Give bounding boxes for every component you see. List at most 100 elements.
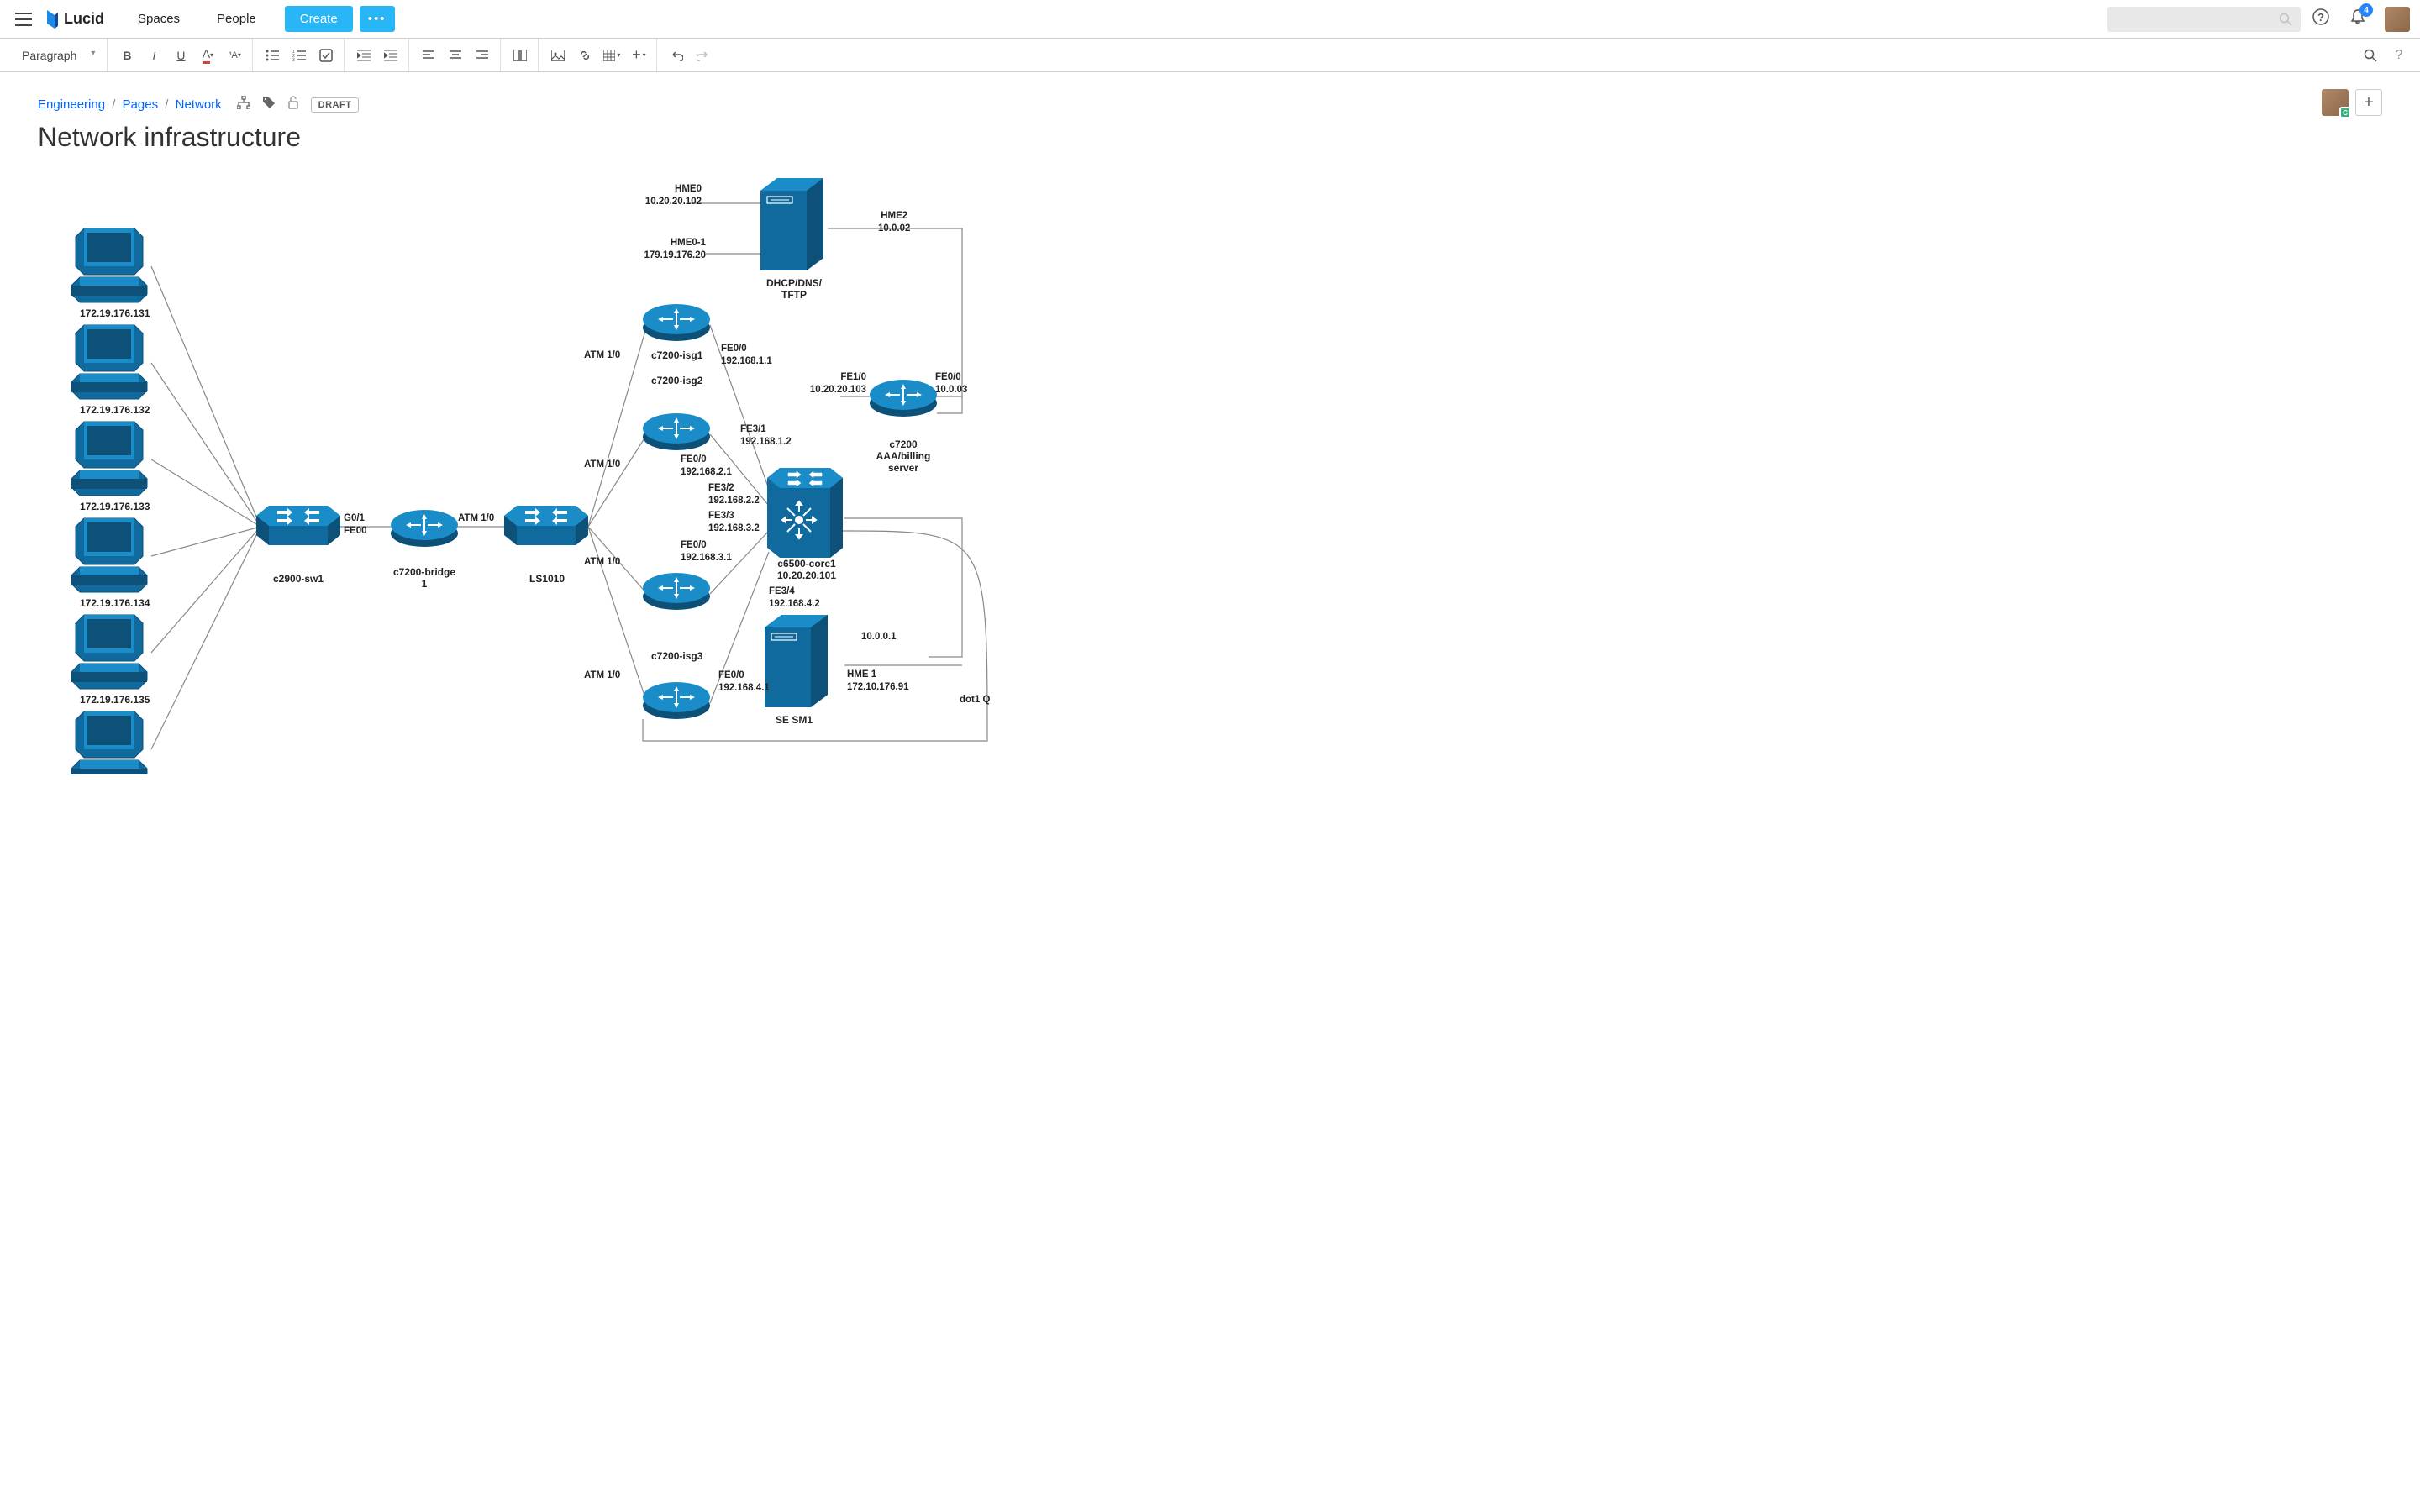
nav-people[interactable]: People bbox=[200, 5, 273, 33]
core-label: c6500-core1 10.20.20.101 bbox=[765, 558, 849, 581]
bridge-label: c7200-bridge 1 bbox=[391, 566, 458, 590]
bullet-list-button[interactable] bbox=[260, 43, 285, 68]
edge-fe10: FE1/0 10.20.20.103 bbox=[791, 371, 866, 396]
toolbar-help-button[interactable]: ? bbox=[2386, 43, 2412, 68]
c7200-bridge-node[interactable] bbox=[391, 510, 458, 547]
aaa-label: c7200 AAA/billing server bbox=[870, 438, 937, 474]
breadcrumbs: Engineering / Pages / Network bbox=[38, 97, 222, 112]
edge-fe00-1: FE0/0 192.168.1.1 bbox=[721, 343, 772, 368]
lock-icon[interactable] bbox=[287, 96, 299, 113]
layout-button[interactable] bbox=[508, 43, 533, 68]
logo[interactable]: Lucid bbox=[45, 10, 104, 29]
sesm-label: SE SM1 bbox=[776, 714, 813, 726]
pc5-ip-label: 172.19.176.135 bbox=[80, 694, 150, 706]
dhcp-label: DHCP/DNS/ TFTP bbox=[760, 277, 828, 301]
edge-10001: 10.0.0.1 bbox=[861, 631, 897, 643]
pc3-ip-label: 172.19.176.133 bbox=[80, 501, 150, 512]
numbered-list-button[interactable]: 123 bbox=[287, 43, 312, 68]
align-left-button[interactable] bbox=[416, 43, 441, 68]
page-content: C + Engineering / Pages / Network DRAFT … bbox=[0, 72, 2420, 798]
outdent-button[interactable] bbox=[351, 43, 376, 68]
edge-atm-bridge: ATM 1/0 bbox=[458, 512, 494, 525]
svg-text:3: 3 bbox=[292, 58, 295, 61]
sesm-server-node[interactable] bbox=[765, 615, 828, 707]
aaa-router-node[interactable] bbox=[870, 380, 937, 417]
table-button[interactable]: ▾ bbox=[599, 43, 624, 68]
c7200-isg2-node[interactable] bbox=[643, 413, 710, 450]
pc-node-6[interactable] bbox=[71, 711, 147, 774]
edge-dot1q: dot1 Q bbox=[960, 694, 990, 706]
edge-fe00-31: FE0/0 192.168.3.1 bbox=[681, 539, 732, 564]
presence-avatar[interactable]: C bbox=[2322, 89, 2349, 116]
edge-hme0: HME0 10.20.20.102 bbox=[634, 183, 702, 208]
search-icon bbox=[2279, 13, 2292, 26]
editor-toolbar: Paragraph B I U A ▾ ³A▾ 123 ▾ +▾ ? bbox=[0, 39, 2420, 72]
text-color-button[interactable]: A ▾ bbox=[195, 43, 220, 68]
isg3-label: c7200-isg3 bbox=[651, 650, 702, 662]
undo-button[interactable] bbox=[664, 43, 689, 68]
italic-button[interactable]: I bbox=[141, 43, 166, 68]
edge-hme01: HME0-1 179.19.176.20 bbox=[630, 237, 706, 262]
tag-icon[interactable] bbox=[262, 96, 276, 113]
hierarchy-icon[interactable] bbox=[237, 96, 250, 113]
underline-button[interactable]: U bbox=[168, 43, 193, 68]
c7200-isg3-node[interactable] bbox=[643, 573, 710, 610]
notifications-icon[interactable]: 4 bbox=[2341, 3, 2375, 34]
c7200-isg1-node[interactable] bbox=[643, 304, 710, 341]
search-input[interactable] bbox=[2107, 7, 2301, 32]
svg-text:?: ? bbox=[2317, 11, 2324, 24]
more-button[interactable]: ••• bbox=[360, 6, 395, 32]
c7200-isg4-node[interactable] bbox=[643, 682, 710, 719]
edge-hme2: HME2 10.0.02 bbox=[878, 210, 910, 235]
pc-node-4[interactable] bbox=[71, 518, 147, 592]
help-icon[interactable]: ? bbox=[2304, 3, 2338, 34]
page-title: Network infrastructure bbox=[38, 122, 2382, 153]
edge-atm-c: ATM 1/0 bbox=[584, 556, 620, 569]
indent-button[interactable] bbox=[378, 43, 403, 68]
isg1-label: c7200-isg1 bbox=[651, 349, 702, 361]
bold-button[interactable]: B bbox=[114, 43, 139, 68]
create-button[interactable]: Create bbox=[285, 6, 353, 32]
find-button[interactable] bbox=[2358, 43, 2383, 68]
pc1-ip-label: 172.19.176.131 bbox=[80, 307, 150, 319]
presence-badge-icon: C bbox=[2339, 107, 2351, 118]
menu-icon[interactable] bbox=[10, 8, 37, 31]
c2900-switch-node[interactable] bbox=[256, 506, 340, 545]
edge-atm-d: ATM 1/0 bbox=[584, 669, 620, 682]
task-list-button[interactable] bbox=[313, 43, 339, 68]
breadcrumb-pages[interactable]: Pages bbox=[123, 97, 159, 112]
pc-node-5[interactable] bbox=[71, 615, 147, 689]
paragraph-dropdown[interactable]: Paragraph bbox=[13, 44, 102, 67]
insert-button[interactable]: +▾ bbox=[626, 43, 651, 68]
breadcrumb-engineering[interactable]: Engineering bbox=[38, 97, 105, 112]
network-diagram[interactable]: 172.19.176.131 172.19.176.132 172.19.176… bbox=[38, 170, 1172, 774]
pc-node-3[interactable] bbox=[71, 422, 147, 496]
image-button[interactable] bbox=[545, 43, 571, 68]
dhcp-server-node[interactable] bbox=[760, 178, 823, 270]
presence-indicators: C + bbox=[2322, 89, 2382, 116]
breadcrumb-row: Engineering / Pages / Network DRAFT bbox=[38, 96, 2382, 113]
draft-badge: DRAFT bbox=[311, 97, 360, 113]
edge-atm-a: ATM 1/0 bbox=[584, 349, 620, 362]
clear-format-button[interactable]: ³A▾ bbox=[222, 43, 247, 68]
top-header: Lucid Spaces People Create ••• ? 4 bbox=[0, 0, 2420, 39]
nav-spaces[interactable]: Spaces bbox=[121, 5, 197, 33]
pc-node-2[interactable] bbox=[71, 325, 147, 399]
edge-atm-b: ATM 1/0 bbox=[584, 459, 620, 471]
pc-node-1[interactable] bbox=[71, 228, 147, 302]
align-right-button[interactable] bbox=[470, 43, 495, 68]
ls1010-node[interactable] bbox=[504, 506, 588, 545]
redo-button[interactable] bbox=[691, 43, 716, 68]
align-center-button[interactable] bbox=[443, 43, 468, 68]
breadcrumb-network[interactable]: Network bbox=[176, 97, 222, 112]
edge-fe33: FE3/3 192.168.3.2 bbox=[708, 510, 760, 535]
user-avatar[interactable] bbox=[2385, 7, 2410, 32]
edge-fe34: FE3/4 192.168.4.2 bbox=[769, 585, 820, 611]
edge-fe00-41: FE0/0 192.168.4.1 bbox=[718, 669, 770, 695]
c2900-label: c2900-sw1 bbox=[273, 573, 324, 585]
link-button[interactable] bbox=[572, 43, 597, 68]
logo-text: Lucid bbox=[64, 10, 104, 28]
pc4-ip-label: 172.19.176.134 bbox=[80, 597, 150, 609]
c6500-core-node[interactable] bbox=[767, 468, 843, 558]
add-collaborator-button[interactable]: + bbox=[2355, 89, 2382, 116]
